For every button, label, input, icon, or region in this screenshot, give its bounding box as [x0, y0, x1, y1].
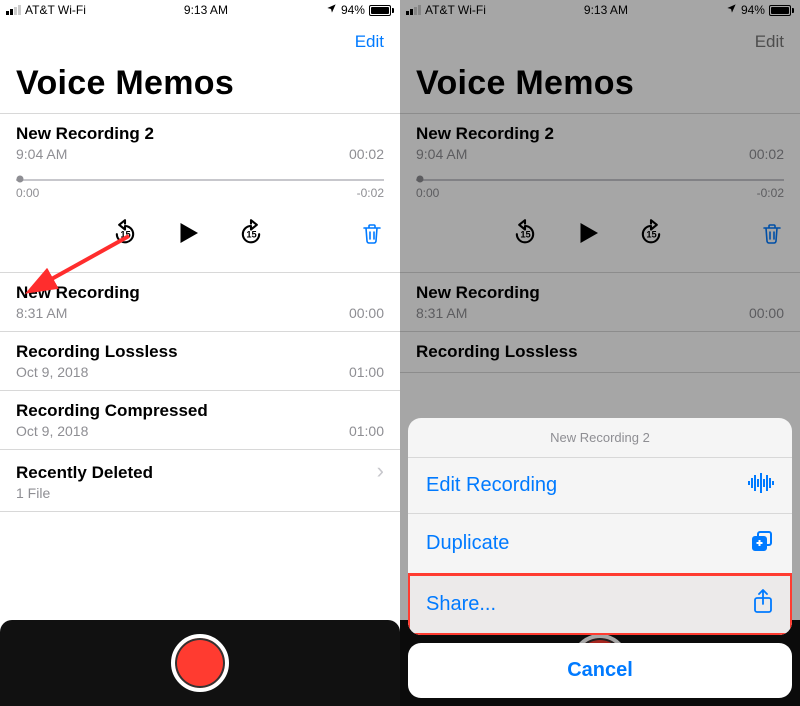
battery-icon — [369, 5, 394, 16]
recording-time: Oct 9, 2018 — [16, 423, 88, 439]
carrier-label: AT&T Wi-Fi — [25, 3, 86, 17]
recording-item[interactable]: New Recording 8:31 AM 00:00 — [0, 272, 400, 331]
page-title: Voice Memos — [0, 64, 400, 113]
share-icon — [752, 589, 774, 620]
record-button[interactable] — [171, 634, 229, 692]
status-bar: AT&T Wi-Fi 9:13 AM 94% — [0, 0, 400, 20]
recording-name: New Recording — [16, 283, 140, 303]
sheet-share[interactable]: Share... — [408, 574, 792, 635]
playback-scrubber[interactable] — [16, 176, 384, 182]
recording-time: Oct 9, 2018 — [16, 364, 88, 380]
sheet-edit-recording[interactable]: Edit Recording — [408, 458, 792, 514]
recording-name: New Recording 2 — [16, 124, 154, 144]
recording-name: Recording Lossless — [16, 342, 178, 362]
svg-text:15: 15 — [120, 230, 130, 240]
recording-time: 8:31 AM — [16, 305, 67, 321]
edit-button[interactable]: Edit — [355, 32, 384, 52]
play-icon[interactable] — [173, 218, 203, 248]
scrub-position: 0:00 — [16, 186, 39, 200]
recording-duration: 00:02 — [349, 146, 384, 162]
recording-item[interactable]: Recording Lossless Oct 9, 2018 01:00 — [0, 331, 400, 390]
waveform-icon — [748, 473, 774, 498]
recently-deleted-label: Recently Deleted — [16, 463, 153, 483]
sheet-row-label: Edit Recording — [426, 474, 557, 497]
recording-duration: 00:00 — [349, 305, 384, 321]
recently-deleted-sub: 1 File — [16, 485, 50, 501]
skip-forward-15-icon[interactable]: 15 — [237, 219, 265, 247]
duplicate-icon — [750, 529, 774, 558]
sheet-title: New Recording 2 — [408, 418, 792, 458]
recording-name: Recording Compressed — [16, 401, 208, 421]
sheet-row-label: Duplicate — [426, 532, 509, 555]
recording-time: 9:04 AM — [16, 146, 67, 162]
svg-text:15: 15 — [246, 230, 256, 240]
chevron-right-icon: › — [377, 460, 384, 482]
recording-duration: 01:00 — [349, 364, 384, 380]
trash-icon[interactable] — [360, 220, 384, 246]
sheet-cancel-button[interactable]: Cancel — [408, 643, 792, 698]
battery-pct: 94% — [341, 3, 365, 17]
recently-deleted-item[interactable]: Recently Deleted › 1 File — [0, 449, 400, 512]
scrub-remaining: -0:02 — [357, 186, 384, 200]
sheet-row-label: Share... — [426, 593, 496, 616]
recording-duration: 01:00 — [349, 423, 384, 439]
action-sheet: New Recording 2 Edit Recording Duplicate… — [408, 418, 792, 698]
signal-icon — [6, 5, 21, 15]
nav-bar: Edit — [0, 20, 400, 64]
location-icon — [326, 3, 337, 17]
skip-back-15-icon[interactable]: 15 — [111, 219, 139, 247]
recording-item-expanded[interactable]: New Recording 2 9:04 AM 00:02 0:00 -0:02… — [0, 113, 400, 272]
recording-item[interactable]: Recording Compressed Oct 9, 2018 01:00 — [0, 390, 400, 449]
clock: 9:13 AM — [184, 3, 228, 17]
record-bar — [0, 620, 400, 706]
sheet-duplicate[interactable]: Duplicate — [408, 514, 792, 574]
